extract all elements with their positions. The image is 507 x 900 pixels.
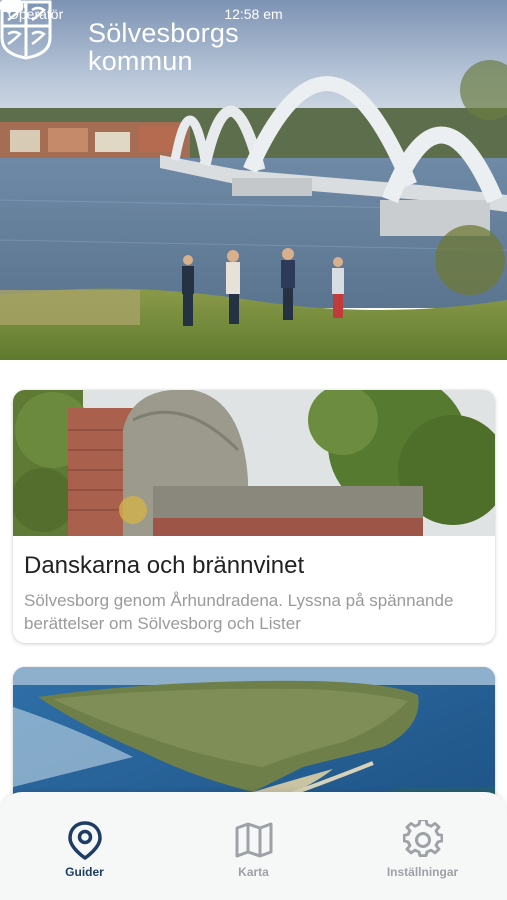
folded-map-icon — [235, 822, 272, 858]
tab-installningar[interactable]: Inställningar — [338, 792, 507, 900]
tab-label: Guider — [65, 865, 104, 879]
brand-line-2: kommun — [88, 46, 193, 76]
brand-line-1: Sölvesborgs — [88, 18, 239, 48]
municipality-name: Sölvesborgs kommun — [88, 19, 239, 75]
guide-title: Danskarna och brännvinet — [24, 552, 305, 579]
solvesborg-coat-of-arms-icon — [0, 0, 52, 60]
guide-description: Sölvesborg genom Århundradena. Lyssna på… — [24, 591, 454, 633]
tab-label: Karta — [238, 865, 269, 879]
status-bar: Operatör 12:58 em — [0, 0, 507, 28]
ruin-stone-tower-photo — [13, 390, 495, 536]
guide-card[interactable]: Danskarna och brännvinet Sölvesborg geno… — [13, 390, 495, 643]
hero-banner: Operatör 12:58 em Sölvesborgs kommun — [0, 0, 507, 360]
clock: 12:58 em — [224, 6, 283, 22]
map-pin-icon — [67, 821, 102, 860]
gear-icon — [402, 820, 443, 858]
bottom-tab-bar: Guider Karta Inställningar — [0, 792, 507, 900]
tab-label: Inställningar — [386, 865, 459, 879]
tab-karta[interactable]: Karta — [169, 792, 338, 900]
tab-guider[interactable]: Guider — [0, 792, 169, 900]
hero-photo-bridge — [0, 0, 507, 360]
